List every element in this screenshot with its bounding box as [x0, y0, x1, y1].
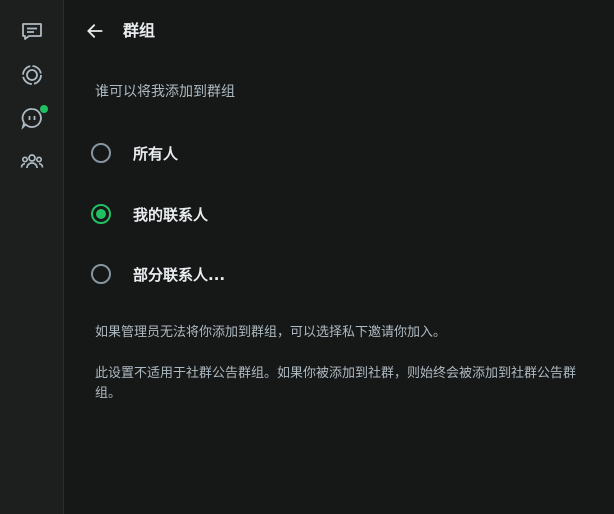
info-note-community: 此设置不适用于社群公告群组。如果你被添加到社群，则始终会被添加到社群公告群组。 — [95, 366, 577, 401]
option-my-contacts[interactable]: 我的联系人 — [91, 194, 591, 234]
rail-item-chats[interactable] — [12, 11, 52, 51]
option-label-some-contacts: 部分联系人... — [133, 265, 226, 284]
rail-item-communities[interactable] — [12, 141, 52, 181]
section-label: 谁可以将我添加到群组 — [95, 84, 235, 100]
chats-icon — [22, 23, 42, 40]
option-label-everyone: 所有人 — [133, 144, 179, 163]
status-icon — [22, 65, 42, 85]
rail-item-channels[interactable] — [12, 98, 52, 138]
panel-header: 群组 — [65, 0, 614, 62]
info-note-invite: 如果管理员无法将你添加到群组，可以选择私下邀请你加入。 — [95, 325, 447, 340]
channels-badge-dot — [40, 105, 48, 113]
page-title: 群组 — [123, 21, 156, 40]
option-everyone[interactable]: 所有人 — [91, 133, 591, 173]
back-arrow-icon — [87, 24, 103, 38]
option-some-contacts[interactable]: 部分联系人... — [91, 254, 591, 294]
radio-some-contacts[interactable] — [91, 264, 111, 284]
app-window: 群组 谁可以将我添加到群组 所有人 我的联系人 部分联系人... 如果管理员无法… — [0, 0, 614, 514]
rail-item-status[interactable] — [12, 55, 52, 95]
communities-icon — [20, 154, 44, 169]
option-label-my-contacts: 我的联系人 — [133, 205, 209, 224]
back-button[interactable] — [83, 19, 107, 43]
radio-everyone[interactable] — [91, 143, 111, 163]
radio-my-contacts[interactable] — [91, 204, 111, 224]
group-privacy-panel: 群组 谁可以将我添加到群组 所有人 我的联系人 部分联系人... 如果管理员无法… — [65, 0, 614, 514]
radio-selected-dot — [96, 209, 106, 219]
left-navigation-rail — [0, 0, 64, 514]
